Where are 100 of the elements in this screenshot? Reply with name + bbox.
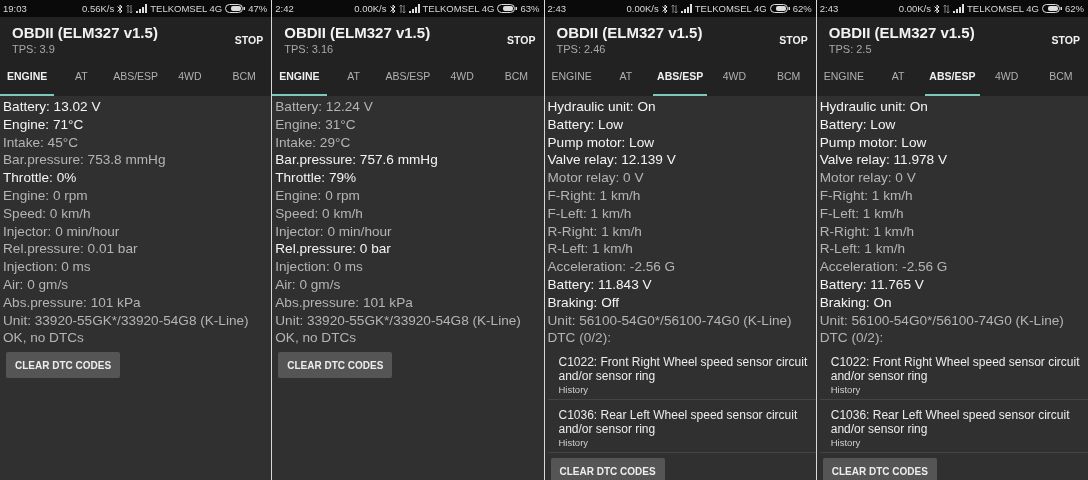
reading-text: DTC (0/2):	[547, 329, 612, 348]
reading-text: Injector: 0 min/hour	[275, 222, 393, 241]
reading-text: Unit: 33920-55GK*/33920-54G8 (K-Line)	[275, 311, 522, 330]
tab[interactable]: ENGINE	[816, 57, 871, 96]
app-subtitle: TPS: 2.5	[828, 42, 873, 56]
reading-text: Unit: 33920-55GK*/33920-54G8 (K-Line)	[3, 311, 250, 330]
stop-button[interactable]: STOP	[779, 32, 808, 48]
reading-text: Pump motor: Low	[547, 133, 656, 152]
tab[interactable]: 4WD	[707, 57, 762, 96]
reading-text: Intake: 29°C	[275, 133, 352, 152]
reading-text: Pump motor: Low	[819, 133, 928, 152]
bluetooth-icon	[389, 3, 396, 14]
reading-text: Speed: 0 km/h	[275, 204, 364, 223]
reading-text: Injection: 0 ms	[3, 258, 92, 276]
clear-dtc-button[interactable]: CLEAR DTC CODES	[822, 458, 937, 480]
tab[interactable]: ABS/ESP	[380, 57, 435, 96]
dtc-status: History	[830, 383, 862, 398]
reading-text: Hydraulic unit: On	[547, 98, 657, 116]
tab[interactable]: ABS/ESP	[653, 57, 708, 96]
reading-text: Acceleration: -2.56 G	[547, 258, 677, 276]
dtc-item[interactable]: C1022: Front Right Wheel speed sensor circuit and/or sensor ring History	[819, 351, 1088, 401]
network-speed: 0.00K/s	[898, 3, 931, 14]
dtc-item[interactable]: C1036: Rear Left Wheel speed sensor circuit and/or sensor ring History	[819, 404, 1088, 454]
dtc-item[interactable]: C1036: Rear Left Wheel speed sensor circuit and/or sensor ring History	[547, 404, 816, 454]
data-arrows-icon	[126, 3, 134, 14]
reading-text: Intake: 45°C	[3, 133, 79, 152]
reading-text: Braking: Off	[547, 293, 621, 312]
tab[interactable]: ENGINE	[0, 57, 55, 96]
battery-percent: 62%	[1065, 3, 1084, 14]
reading-text: F-Left: 1 km/h	[819, 204, 905, 223]
reading-text: DTC (0/2):	[819, 329, 885, 348]
dtc-status: History	[558, 383, 590, 398]
reading-text: R-Left: 1 km/h	[819, 240, 907, 259]
reading-text: Bar.pressure: 753.8 mmHg	[3, 151, 167, 170]
data-arrows-icon	[398, 3, 406, 14]
reading-text: Braking: On	[819, 293, 893, 312]
tab[interactable]: 4WD	[162, 57, 217, 96]
reading-text: OK, no DTCs	[3, 329, 85, 348]
reading-text: OK, no DTCs	[275, 329, 358, 348]
reading-text: Unit: 56100-54G0*/56100-74G0 (K-Line)	[819, 311, 1065, 330]
carrier-name: TELKOMSEL 4G	[150, 3, 223, 14]
tab[interactable]: 4WD	[979, 57, 1034, 96]
reading-text: Battery: Low	[819, 115, 897, 134]
status-time: 2:43	[819, 3, 839, 14]
data-arrows-icon	[943, 3, 950, 14]
reading-text: Valve relay: 11.978 V	[819, 151, 948, 170]
reading-text: Rel.pressure: 0 bar	[275, 240, 392, 259]
tab[interactable]: BCM	[761, 57, 816, 96]
dtc-description: C1022: Front Right Wheel speed sensor circuit and/or sensor ring	[830, 355, 1080, 384]
battery-icon	[1042, 4, 1062, 13]
tab[interactable]: ABS/ESP	[925, 57, 980, 96]
signal-icon	[680, 4, 692, 13]
status-time: 2:43	[547, 3, 566, 14]
reading-text: Air: 0 gm/s	[275, 275, 342, 294]
tab[interactable]: BCM	[1033, 57, 1088, 96]
app-subtitle: TPS: 3.16	[284, 42, 335, 56]
reading-text: F-Left: 1 km/h	[547, 204, 633, 223]
dtc-item[interactable]: C1022: Front Right Wheel speed sensor circuit and/or sensor ring History	[547, 351, 816, 401]
reading-text: Bar.pressure: 757.6 mmHg	[275, 151, 439, 170]
dtc-description: C1022: Front Right Wheel speed sensor circuit and/or sensor ring	[558, 355, 808, 384]
stop-button[interactable]: STOP	[507, 32, 536, 48]
tab[interactable]: ENGINE	[272, 57, 327, 96]
stop-button[interactable]: STOP	[1051, 32, 1080, 48]
carrier-name: TELKOMSEL 4G	[967, 3, 1039, 14]
tab[interactable]: AT	[871, 57, 926, 96]
reading-text: Abs.pressure: 101 kPa	[275, 293, 414, 312]
clear-dtc-button[interactable]: CLEAR DTC CODES	[550, 458, 665, 480]
stop-button[interactable]: STOP	[234, 32, 264, 48]
dtc-status: History	[558, 436, 590, 451]
app-subtitle: TPS: 3.9	[12, 42, 56, 56]
clear-dtc-button[interactable]: CLEAR DTC CODES	[278, 352, 393, 379]
app-title: OBDII (ELM327 v1.5)	[556, 24, 704, 42]
reading-text: Battery: 11.843 V	[547, 275, 653, 294]
reading-text: Speed: 0 km/h	[3, 204, 92, 223]
clear-dtc-button[interactable]: CLEAR DTC CODES	[6, 352, 121, 379]
dtc-description: C1036: Rear Left Wheel speed sensor circuit and/or sensor ring	[558, 408, 799, 437]
signal-icon	[408, 4, 420, 13]
reading-text: F-Right: 1 km/h	[547, 187, 642, 205]
app-title: OBDII (ELM327 v1.5)	[828, 24, 976, 42]
status-time: 19:03	[3, 3, 27, 14]
network-speed: 0.00K/s	[354, 3, 387, 14]
reading-text: Battery: 13.02 V	[3, 98, 102, 116]
battery-icon	[497, 4, 518, 13]
tab[interactable]: AT	[54, 57, 109, 96]
reading-text: Hydraulic unit: On	[819, 98, 929, 116]
tab[interactable]: ENGINE	[544, 57, 599, 96]
tab[interactable]: BCM	[489, 57, 544, 96]
tab[interactable]: AT	[598, 57, 653, 96]
tab[interactable]: ABS/ESP	[108, 57, 163, 96]
carrier-name: TELKOMSEL 4G	[422, 3, 495, 14]
reading-text: Motor relay: 0 V	[547, 169, 645, 187]
tab[interactable]: BCM	[217, 57, 272, 96]
battery-icon	[769, 4, 790, 13]
data-arrows-icon	[670, 3, 678, 14]
status-time: 2:42	[275, 3, 294, 14]
tab[interactable]: 4WD	[435, 57, 490, 96]
tab[interactable]: AT	[326, 57, 381, 96]
reading-text: Engine: 0 rpm	[275, 187, 361, 205]
battery-icon	[225, 4, 246, 13]
reading-text: Engine: 0 rpm	[3, 187, 89, 205]
